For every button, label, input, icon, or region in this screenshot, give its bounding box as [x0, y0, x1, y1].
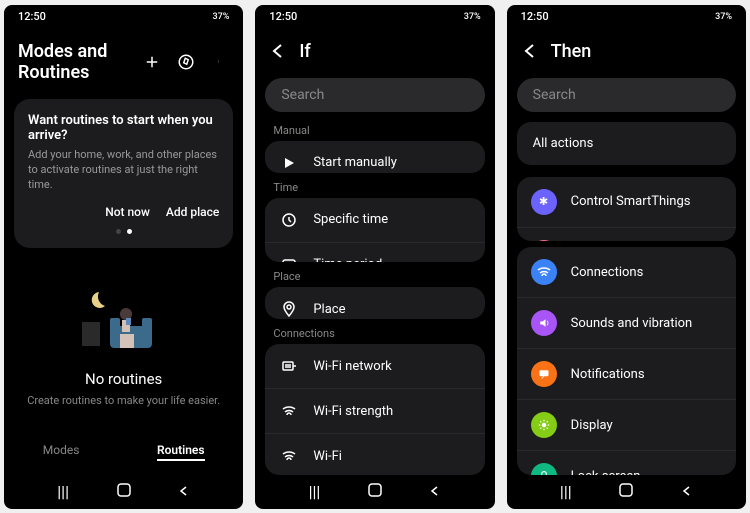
not-now-button[interactable]: Not now: [105, 205, 150, 219]
page-title: If: [299, 41, 310, 62]
search-input[interactable]: Search: [517, 78, 736, 112]
empty-subtitle: Create routines to make your life easier…: [27, 394, 220, 407]
back-icon[interactable]: [681, 482, 693, 501]
recents-icon[interactable]: |||: [560, 482, 572, 501]
section-label: Manual: [255, 116, 494, 141]
list-item-label: Sounds and vibration: [571, 316, 693, 331]
list-item-notifications[interactable]: Notifications: [517, 349, 736, 400]
list-item-wi-fi-network[interactable]: Wi-Fi network: [265, 344, 484, 389]
vol-icon: [531, 310, 557, 336]
list-item-label: Wi-Fi: [313, 449, 342, 464]
list-item-specific-time[interactable]: Specific time: [265, 198, 484, 243]
back-icon[interactable]: [178, 482, 190, 501]
header-actions: [143, 53, 229, 71]
explore-icon[interactable]: [177, 53, 195, 71]
header: Then: [507, 29, 746, 74]
list-item-sounds-and-vibration[interactable]: Sounds and vibration: [517, 298, 736, 349]
bottom-tabs: Modes Routines: [4, 429, 243, 475]
tab-modes[interactable]: Modes: [43, 443, 80, 461]
plus-icon[interactable]: [143, 53, 161, 71]
list-item-label: Display: [571, 418, 613, 433]
play-icon: [279, 153, 299, 173]
status-bar: 12:50 37%: [507, 5, 746, 29]
more-icon[interactable]: [211, 53, 229, 71]
pagination-dots: [28, 229, 219, 234]
status-right: 37%: [212, 12, 229, 22]
tab-routines[interactable]: Routines: [157, 443, 205, 461]
card-desc: Add your home, work, and other places to…: [28, 147, 219, 193]
wifi-icon: [279, 401, 299, 421]
msg-icon: [531, 361, 557, 387]
section-label: Place: [255, 262, 494, 287]
lock-icon: [531, 463, 557, 474]
section-label: Time: [255, 173, 494, 198]
status-bar: 12:50 37%: [255, 5, 494, 29]
all-actions-button[interactable]: All actions: [517, 122, 736, 165]
list-item-connections[interactable]: Connections: [517, 247, 736, 298]
list-item-label: Wi-Fi network: [313, 359, 391, 374]
list-item-wi-fi-strength[interactable]: Wi-Fi strength: [265, 389, 484, 434]
section-label: Connections: [255, 319, 494, 344]
list-item-label: Place: [313, 302, 345, 317]
list-item-label: Connections: [571, 265, 644, 280]
page-title: Modes and Routines: [18, 41, 131, 83]
list-item-galaxy-buds-pro[interactable]: ●Galaxy Buds Pro: [517, 228, 736, 242]
back-icon[interactable]: [521, 42, 539, 60]
empty-title: No routines: [85, 370, 162, 388]
list-item-wi-fi[interactable]: Wi-Fi: [265, 434, 484, 474]
list-item-label: Specific time: [313, 212, 388, 227]
wifi-net-icon: [279, 356, 299, 376]
home-icon[interactable]: [618, 482, 634, 502]
nav-bar: |||: [4, 475, 243, 509]
wifi-icon: [531, 259, 557, 285]
search-input[interactable]: Search: [265, 78, 484, 112]
✱-icon: ✱: [531, 189, 557, 215]
recents-icon[interactable]: |||: [309, 482, 321, 501]
list-item-label: Control SmartThings: [571, 194, 691, 209]
empty-illustration-icon: [74, 274, 174, 354]
condition-list: Manual Start manually Time Specific time Tim…: [255, 116, 494, 475]
empty-state: No routines Create routines to make your…: [4, 252, 243, 429]
nav-bar: |||: [507, 475, 746, 509]
calendar-icon: [279, 255, 299, 263]
list-item-label: Start manually: [313, 155, 397, 170]
phone-screen-2: 12:50 37% If Search Manual Start manually…: [255, 5, 494, 509]
list-item-lock-screen[interactable]: Lock screen: [517, 451, 736, 474]
card-title: Want routines to start when you arrive?: [28, 113, 219, 143]
sun-icon: [531, 412, 557, 438]
suggestion-card: Want routines to start when you arrive? …: [14, 99, 233, 248]
nav-bar: |||: [255, 475, 494, 509]
recents-icon[interactable]: |||: [57, 482, 69, 501]
add-place-button[interactable]: Add place: [166, 205, 219, 219]
phone-screen-1: 12:50 37% Modes and Routines Want routin…: [4, 5, 243, 509]
list-item-start-manually[interactable]: Start manually: [265, 141, 484, 173]
action-list: ✱ Control SmartThings ●Galaxy Buds Pro Conn…: [507, 171, 746, 475]
list-item-control-smartthings[interactable]: ✱ Control SmartThings: [517, 177, 736, 228]
home-icon[interactable]: [116, 482, 132, 502]
pin-icon: [279, 299, 299, 319]
home-icon[interactable]: [367, 482, 383, 502]
list-item-label: Wi-Fi strength: [313, 404, 393, 419]
header: Modes and Routines: [4, 29, 243, 95]
page-title: Then: [551, 41, 592, 62]
clock-icon: [279, 210, 299, 230]
status-bar: 12:50 37%: [4, 5, 243, 29]
list-item-time-period[interactable]: Time period: [265, 243, 484, 263]
list-item-place[interactable]: Place: [265, 287, 484, 319]
list-item-display[interactable]: Display: [517, 400, 736, 451]
wifi-icon: [279, 446, 299, 466]
back-icon[interactable]: [429, 482, 441, 501]
back-icon[interactable]: [269, 42, 287, 60]
phone-screen-3: 12:50 37% Then Search All actions ✱ Contr…: [507, 5, 746, 509]
list-item-label: Notifications: [571, 367, 645, 382]
status-time: 12:50: [18, 10, 46, 23]
header: If: [255, 29, 494, 74]
●-icon: ●: [531, 240, 557, 242]
